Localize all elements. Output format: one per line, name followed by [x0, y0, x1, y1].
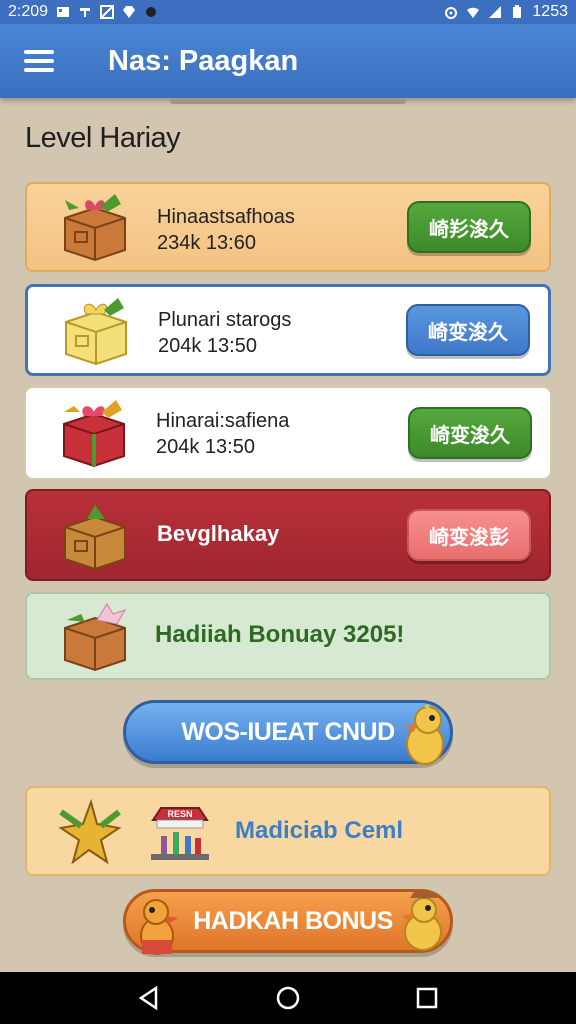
- status-bar: 2:209 1253: [0, 0, 576, 24]
- shop-sign-text: RESN: [167, 809, 192, 819]
- image-icon: [100, 5, 115, 19]
- home-icon[interactable]: [268, 978, 308, 1018]
- gift-box-icon: [63, 400, 125, 468]
- claim-button[interactable]: 崎变浚久: [408, 407, 532, 459]
- gift-box-icon: [64, 603, 127, 672]
- gift-box-icon: [64, 505, 126, 571]
- duck-mascot-right-icon: [402, 892, 442, 951]
- reward-meta: 204k 13:50: [156, 436, 255, 458]
- bonus-text: Hadiiah Bonuay 3205!: [155, 621, 405, 648]
- duck-mascot-icon: [404, 704, 444, 765]
- reward-name: Bevglhakay: [157, 521, 280, 546]
- claim-button[interactable]: 崎变浚彭: [407, 509, 531, 561]
- status-battery-text: 1253: [532, 3, 568, 20]
- reward-card-3[interactable]: Hinarai:safiena 204k 13:50 崎变浚久: [25, 387, 551, 479]
- app-notification-icon: [80, 8, 91, 17]
- reward-card-2[interactable]: Plunari starogs 204k 13:50 崎变浚久: [25, 284, 551, 376]
- app-title: Nas: Paagkan: [108, 44, 299, 77]
- hamburger-menu-icon[interactable]: [24, 50, 54, 72]
- shop-card[interactable]: RESN Madiciab Ceml: [25, 786, 551, 876]
- shop-text: Madiciab Ceml: [235, 817, 404, 844]
- reward-meta: 234k 13:60: [157, 232, 256, 254]
- reward-card-4[interactable]: Bevglhakay 崎变浚彭: [25, 489, 551, 581]
- duck-mascot-left-icon: [140, 899, 178, 955]
- navigation-bar: [0, 972, 576, 1024]
- signal-icon: [489, 6, 502, 18]
- claim-button[interactable]: 崎羏浚久: [407, 201, 531, 253]
- gift-box-icon: [65, 298, 127, 366]
- alarm-icon: [445, 7, 458, 19]
- reward-name: Hinarai:safiena: [156, 410, 290, 432]
- reward-name: Hinaastsafhoas: [157, 206, 295, 228]
- bonus-action-label: HADKAH BONUS: [193, 906, 393, 935]
- app-bar: Nas: Paagkan: [0, 24, 576, 98]
- bonus-banner[interactable]: Hadiiah Bonuay 3205!: [25, 592, 551, 680]
- battery-icon: [513, 5, 522, 18]
- back-icon[interactable]: [129, 978, 169, 1018]
- claim-button[interactable]: 崎变浚久: [406, 304, 530, 356]
- wifi-icon: [467, 7, 480, 18]
- dot-icon: [146, 7, 157, 17]
- drag-handle[interactable]: [170, 99, 406, 104]
- status-time: 2:209: [8, 3, 49, 20]
- notification-icon: [57, 7, 70, 17]
- reward-meta: 204k 13:50: [158, 335, 257, 357]
- location-icon: [123, 6, 136, 18]
- star-fruit-icon: [58, 798, 122, 864]
- reward-card-1[interactable]: Hinaastsafhoas 234k 13:60 崎羏浚久: [25, 182, 551, 272]
- reward-name: Plunari starogs: [158, 309, 292, 331]
- blue-action-label: WOS-IUEAT CNUD: [181, 717, 395, 746]
- recents-icon[interactable]: [407, 978, 447, 1018]
- gift-box-icon: [64, 194, 126, 262]
- shop-stall-icon: RESN: [151, 807, 209, 860]
- section-title: Level Hariay: [25, 122, 181, 154]
